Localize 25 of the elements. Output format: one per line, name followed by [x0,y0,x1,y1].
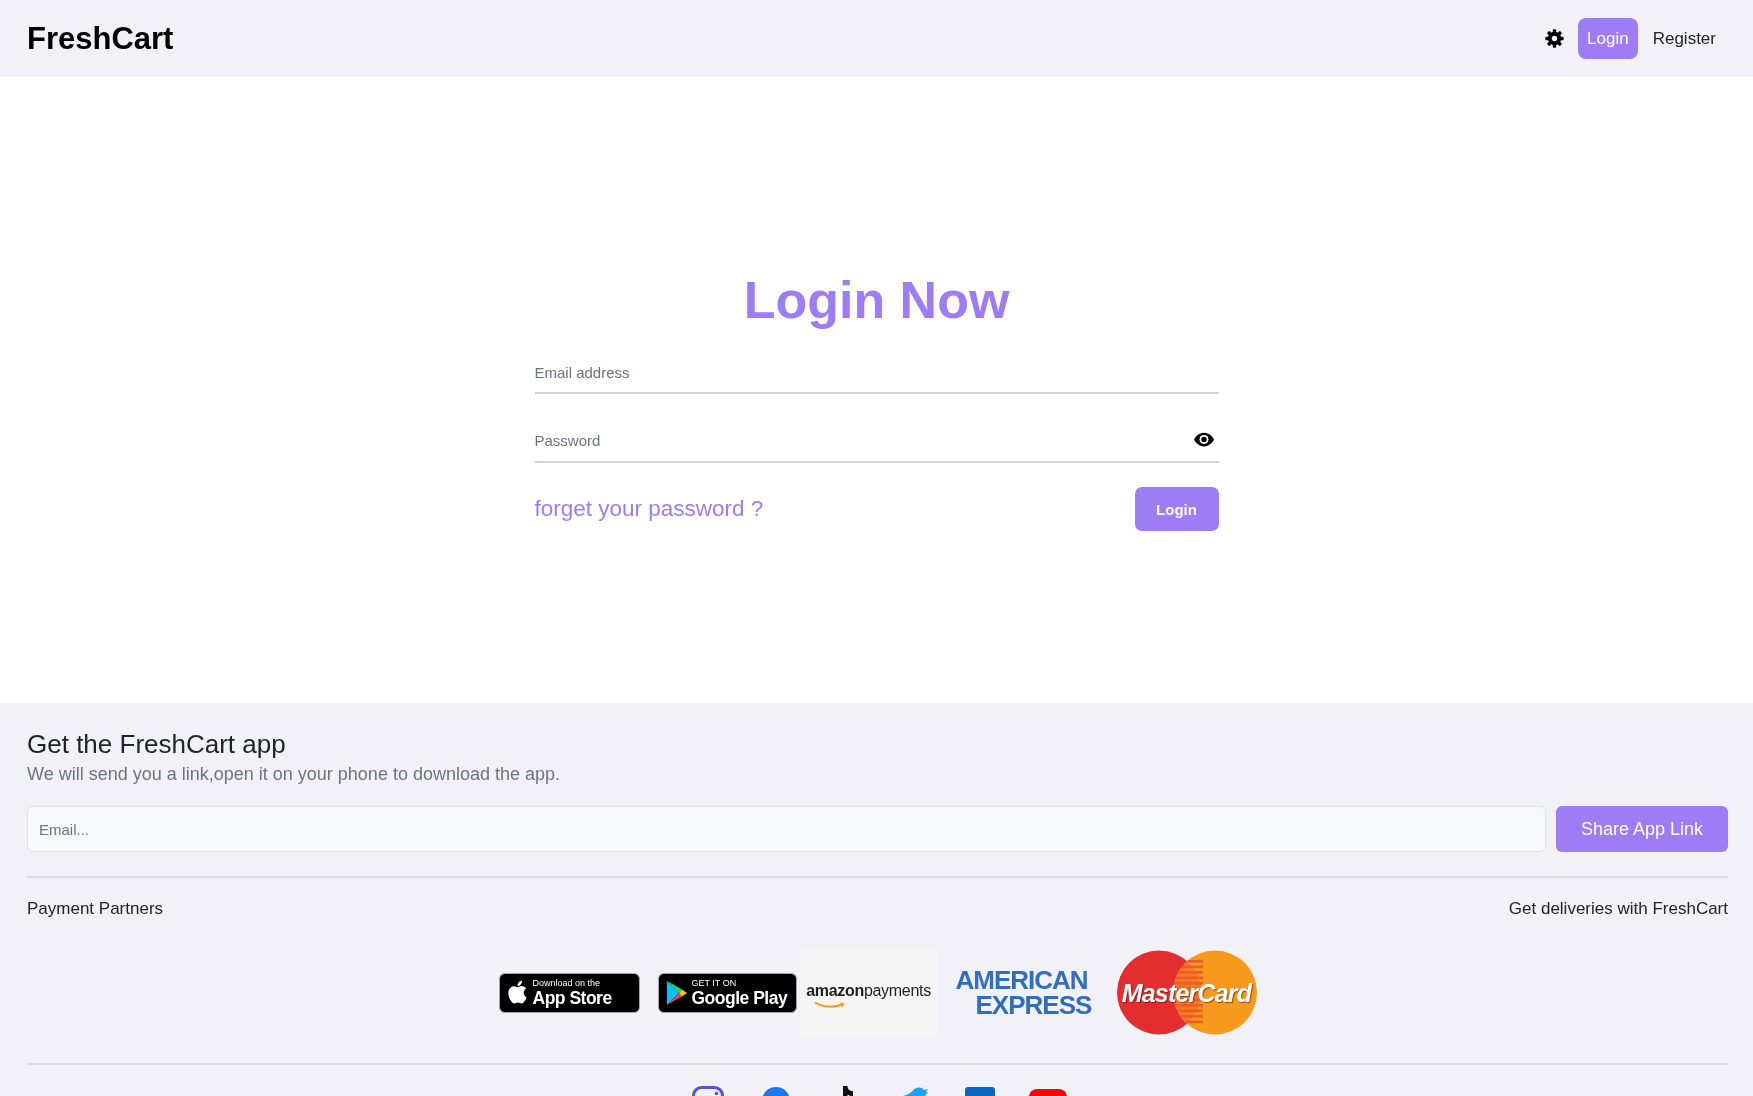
brand-logo[interactable]: FreshCart [27,20,174,57]
badge-label: App Store [532,987,612,1008]
deliveries-label: Get deliveries with FreshCart [1508,898,1728,920]
nav-link[interactable]: Register [1643,18,1725,59]
store-badge[interactable]: GET IT ON Google Play [657,972,797,1013]
circles-icon [1116,950,1257,1035]
badge-caption: Download on the [532,977,601,988]
page-heading: Login Now [743,270,1010,331]
play-triangle-icon [666,980,687,1005]
gear-icon[interactable] [1545,29,1565,48]
badge-caption: GET IT ON [691,977,737,988]
partners-label: Payment Partners [27,898,164,920]
badge-label: Google Play [691,987,788,1008]
logo-text: amazonpayments [806,982,931,1000]
eye-icon[interactable] [1193,432,1214,447]
section-subtitle: We will send you a link,open it on your phone to download the app. [27,764,561,784]
logo-text: EXPRESS [975,992,1092,1018]
email-field[interactable]: Email address [534,352,1219,394]
section-title: Get the FreshCart app [27,729,286,759]
apple-icon [507,980,528,1005]
logo-text: MasterCard [1121,978,1252,1007]
email-field[interactable]: Email... [27,806,1546,852]
logo-text: AMERICAN [955,967,1088,993]
store-badge[interactable]: Download on the App Store [498,972,640,1013]
smile-arrow-icon [813,1001,846,1009]
